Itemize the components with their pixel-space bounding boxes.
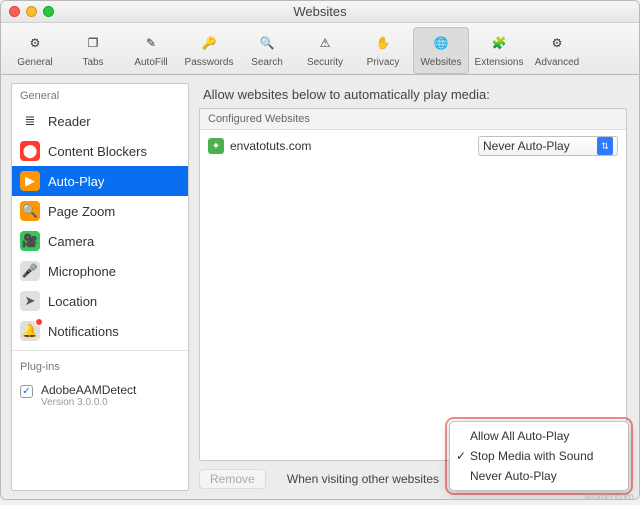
sidebar-item-reader[interactable]: ≣ Reader	[12, 106, 188, 136]
menu-item-allow-all-auto-play[interactable]: Allow All Auto-Play	[450, 426, 628, 446]
zoom-icon[interactable]	[43, 6, 54, 17]
menu-item-stop-media-with-sound[interactable]: Stop Media with Sound	[450, 446, 628, 466]
content-blockers-icon: ⬤	[20, 141, 40, 161]
sidebar-item-label: Camera	[48, 234, 94, 249]
window-title: Websites	[1, 4, 639, 19]
toolbar-extensions[interactable]: 🧩Extensions	[471, 27, 527, 74]
sidebar-item-page-zoom[interactable]: 🔍 Page Zoom	[12, 196, 188, 226]
privacy-icon: ✋	[369, 29, 397, 57]
sidebar-item-content-blockers[interactable]: ⬤ Content Blockers	[12, 136, 188, 166]
toolbar-label: Search	[251, 57, 283, 68]
sidebar-item-label: Microphone	[48, 264, 116, 279]
toolbar-label: Advanced	[535, 57, 579, 68]
sidebar: General ≣ Reader ⬤ Content Blockers ▶ Auto-Pl…	[11, 83, 189, 491]
toolbar-label: AutoFill	[134, 57, 167, 68]
content-area: General ≣ Reader ⬤ Content Blockers ▶ Auto-Pl…	[1, 75, 639, 499]
toolbar-tabs[interactable]: ❐Tabs	[65, 27, 121, 74]
toolbar-general[interactable]: ⚙General	[7, 27, 63, 74]
sidebar-item-camera[interactable]: 🎥 Camera	[12, 226, 188, 256]
toolbar-label: Passwords	[185, 57, 234, 68]
toolbar-advanced[interactable]: ⚙Advanced	[529, 27, 585, 74]
plugin-name: AdobeAAMDetect	[41, 383, 136, 397]
toolbar-label: Privacy	[367, 57, 400, 68]
camera-icon: 🎥	[20, 231, 40, 251]
dropdown-value: Never Auto-Play	[483, 139, 570, 153]
sidebar-item-microphone[interactable]: 🎤 Microphone	[12, 256, 188, 286]
plugin-row[interactable]: ✓ AdobeAAMDetect Version 3.0.0.0	[12, 377, 188, 414]
reader-icon: ≣	[20, 111, 40, 131]
general-icon: ⚙	[21, 29, 49, 57]
autoplay-policy-menu[interactable]: Allow All Auto-PlayStop Media with Sound…	[449, 421, 629, 491]
notification-badge	[35, 318, 43, 326]
sidebar-item-label: Notifications	[48, 324, 119, 339]
toolbar-privacy[interactable]: ✋Privacy	[355, 27, 411, 74]
advanced-icon: ⚙	[543, 29, 571, 57]
chevron-updown-icon: ⇅	[597, 137, 613, 155]
preferences-toolbar: ⚙General❐Tabs✎AutoFill🔑Passwords🔍Search⚠…	[1, 23, 639, 75]
toolbar-security[interactable]: ⚠Security	[297, 27, 353, 74]
close-icon[interactable]	[9, 6, 20, 17]
traffic-lights	[9, 6, 54, 17]
location-icon: ➤	[20, 291, 40, 311]
search-icon: 🔍	[253, 29, 281, 57]
divider	[12, 350, 188, 351]
toolbar-autofill[interactable]: ✎AutoFill	[123, 27, 179, 74]
plugin-version: Version 3.0.0.0	[41, 397, 136, 408]
sidebar-item-label: Reader	[48, 114, 91, 129]
site-policy-dropdown[interactable]: Never Auto-Play ⇅	[478, 136, 618, 156]
sidebar-group-general: General	[12, 84, 188, 106]
tabs-icon: ❐	[79, 29, 107, 57]
security-icon: ⚠	[311, 29, 339, 57]
toolbar-websites[interactable]: 🌐Websites	[413, 27, 469, 74]
site-name: envatotuts.com	[230, 139, 472, 153]
extensions-icon: 🧩	[485, 29, 513, 57]
main-heading: Allow websites below to automatically pl…	[203, 87, 627, 102]
sidebar-group-plugins: Plug-ins	[12, 355, 188, 377]
microphone-icon: 🎤	[20, 261, 40, 281]
website-row[interactable]: ✦ envatotuts.com Never Auto-Play ⇅	[200, 130, 626, 162]
preferences-window: Websites ⚙General❐Tabs✎AutoFill🔑Password…	[0, 0, 640, 500]
sidebar-item-label: Content Blockers	[48, 144, 147, 159]
auto-play-icon: ▶	[20, 171, 40, 191]
menu-item-never-auto-play[interactable]: Never Auto-Play	[450, 466, 628, 486]
sidebar-item-label: Location	[48, 294, 97, 309]
toolbar-label: General	[17, 57, 53, 68]
toolbar-label: Extensions	[475, 57, 524, 68]
remove-button[interactable]: Remove	[199, 469, 266, 489]
toolbar-label: Tabs	[82, 57, 103, 68]
site-favicon-icon: ✦	[208, 138, 224, 154]
sidebar-item-notifications[interactable]: 🔔 Notifications	[12, 316, 188, 346]
passwords-icon: 🔑	[195, 29, 223, 57]
toolbar-label: Security	[307, 57, 343, 68]
autofill-icon: ✎	[137, 29, 165, 57]
sidebar-item-label: Page Zoom	[48, 204, 115, 219]
toolbar-label: Websites	[421, 57, 462, 68]
sidebar-item-label: Auto-Play	[48, 174, 104, 189]
websites-icon: 🌐	[427, 29, 455, 57]
box-header: Configured Websites	[200, 109, 626, 130]
main-panel: Allow websites below to automatically pl…	[193, 75, 639, 499]
notifications-icon: 🔔	[20, 321, 40, 341]
plugin-checkbox[interactable]: ✓	[20, 385, 33, 398]
footer-label: When visiting other websites	[287, 472, 439, 486]
minimize-icon[interactable]	[26, 6, 37, 17]
titlebar: Websites	[1, 1, 639, 23]
page-zoom-icon: 🔍	[20, 201, 40, 221]
toolbar-passwords[interactable]: 🔑Passwords	[181, 27, 237, 74]
configured-websites-box: Configured Websites ✦ envatotuts.com Never…	[199, 108, 627, 461]
toolbar-search[interactable]: 🔍Search	[239, 27, 295, 74]
watermark: wsxdn.com	[584, 492, 634, 503]
sidebar-item-auto-play[interactable]: ▶ Auto-Play	[12, 166, 188, 196]
sidebar-item-location[interactable]: ➤ Location	[12, 286, 188, 316]
